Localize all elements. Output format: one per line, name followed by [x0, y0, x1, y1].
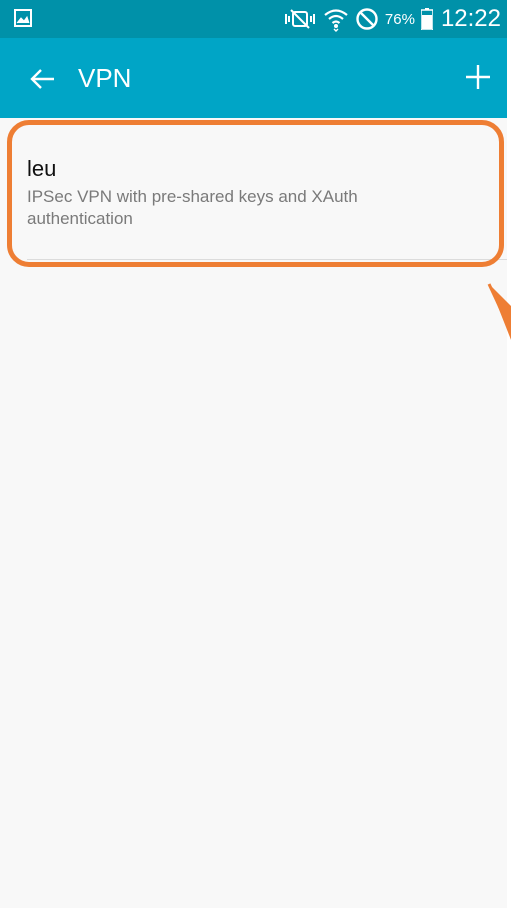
screen: 76% 12:22 VPN leu IPSec VPN with pre-sha…: [0, 0, 511, 908]
phone-screen: 76% 12:22 VPN leu IPSec VPN with pre-sha…: [0, 0, 507, 908]
arrow-left-icon[interactable]: [28, 64, 58, 94]
clock: 12:22: [440, 5, 501, 32]
app-bar: VPN: [0, 38, 507, 118]
do-not-disturb-icon: [356, 8, 378, 30]
plus-icon[interactable]: [463, 62, 493, 92]
list-divider: [27, 259, 507, 260]
mute-vibrate-icon: [284, 9, 315, 29]
battery-icon: [420, 8, 433, 30]
image-notification-icon: [14, 9, 32, 27]
vpn-name: leu: [27, 156, 57, 181]
status-bar: 76% 12:22: [0, 0, 507, 38]
page-title: VPN: [78, 63, 132, 93]
vpn-description: IPSec VPN with pre-shared keys and XAuth…: [27, 187, 358, 228]
status-icons: 76% 12:22: [283, 0, 501, 38]
vpn-list-item[interactable]: leu IPSec VPN with pre-shared keys and X…: [0, 118, 507, 260]
wifi-icon: [324, 9, 348, 32]
battery-percent: 76%: [384, 10, 415, 28]
vpn-list: leu IPSec VPN with pre-shared keys and X…: [0, 118, 507, 260]
